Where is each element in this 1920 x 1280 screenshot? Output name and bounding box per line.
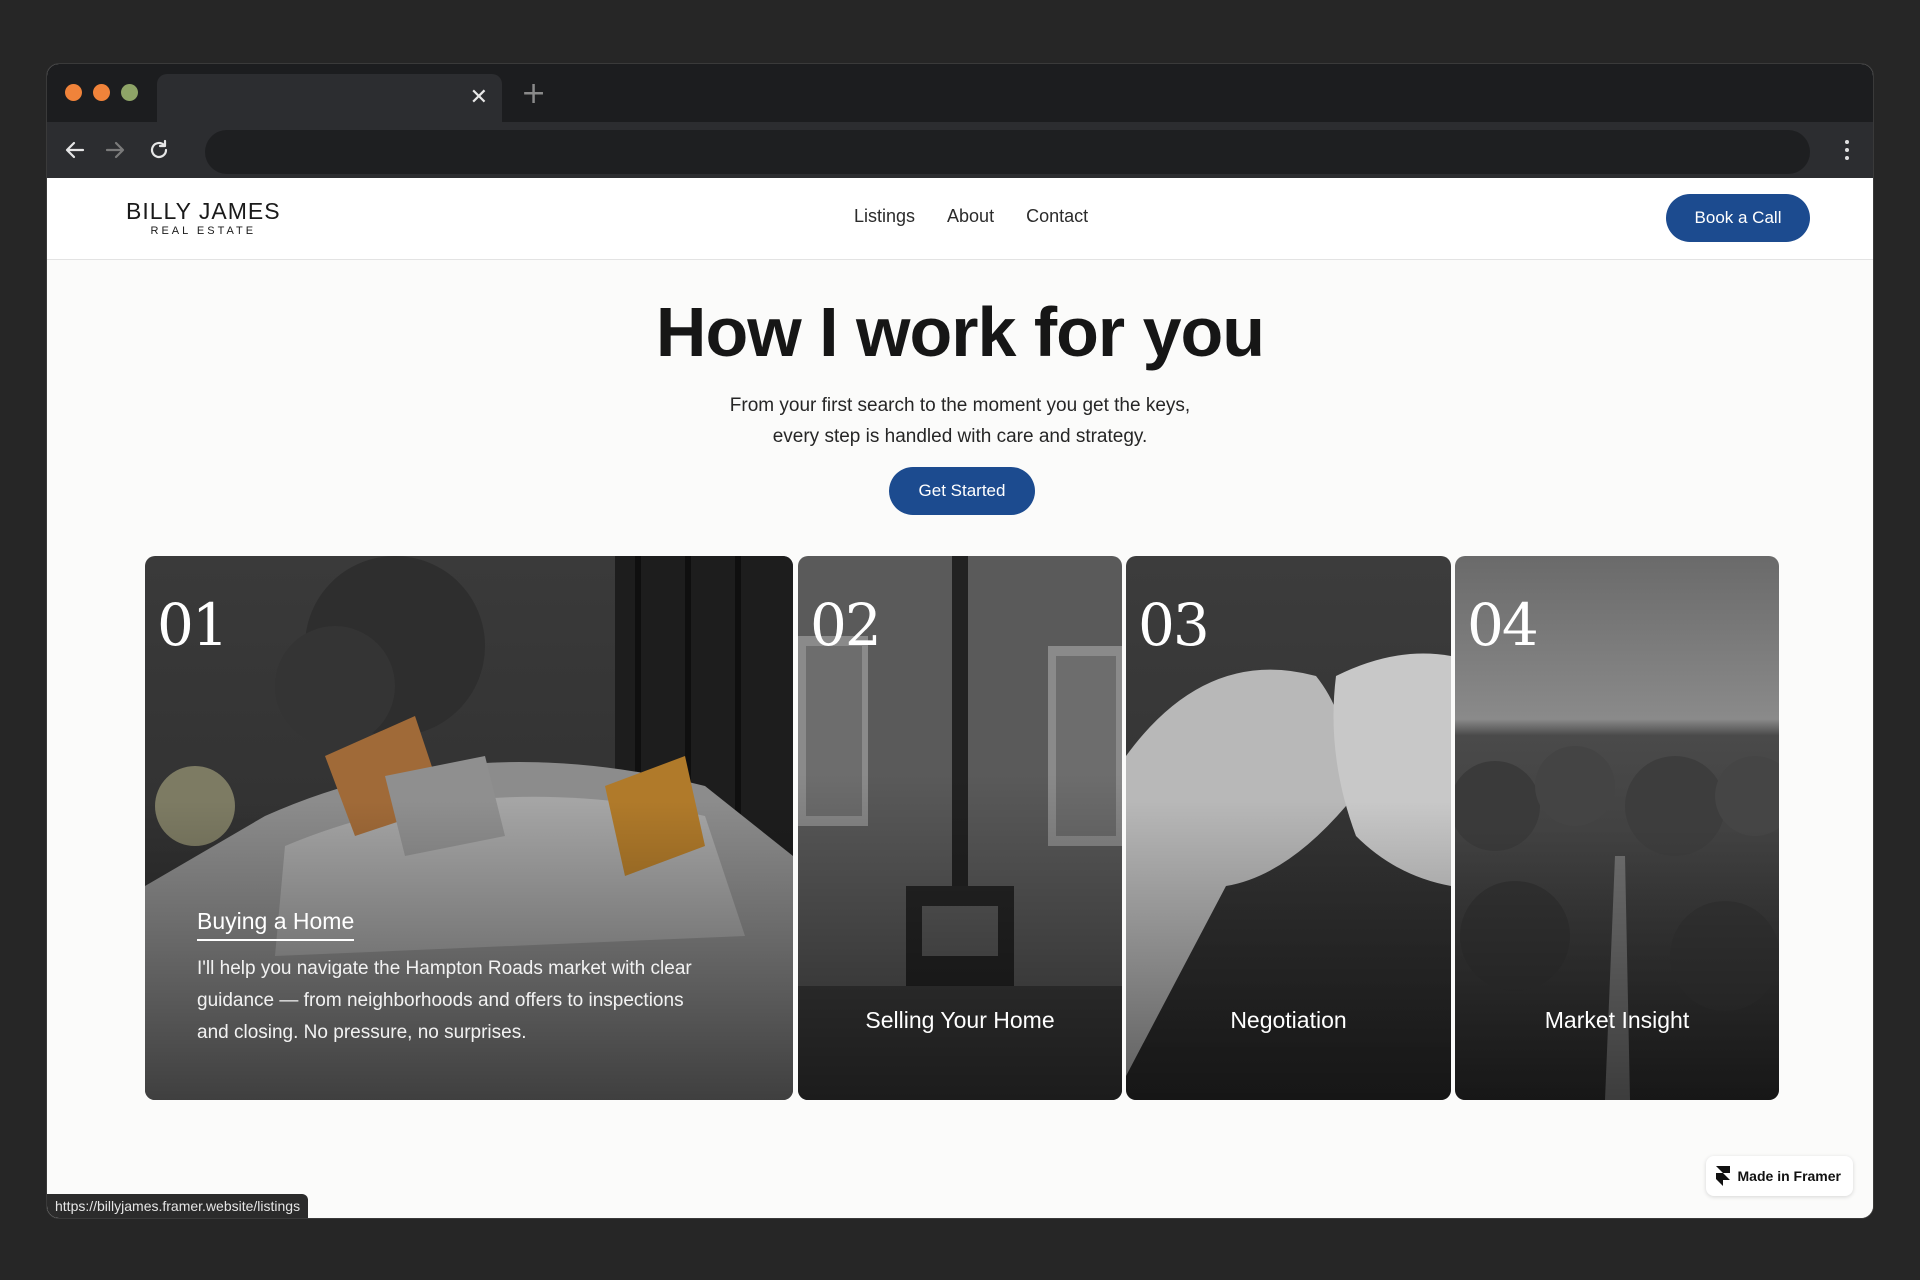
minimize-window-button[interactable] <box>93 84 110 101</box>
window-controls <box>65 84 138 101</box>
book-call-button[interactable]: Book a Call <box>1666 194 1810 242</box>
nav-link-listings[interactable]: Listings <box>854 206 915 227</box>
status-bar-url: https://billyjames.framer.website/listin… <box>47 1194 309 1218</box>
hero-subtitle: From your first search to the moment you… <box>47 390 1873 452</box>
address-bar[interactable] <box>205 130 1810 174</box>
made-in-framer-badge[interactable]: Made in Framer <box>1705 1156 1853 1196</box>
card-title: Selling Your Home <box>865 1007 1055 1033</box>
browser-toolbar <box>47 122 1873 178</box>
new-tab-button[interactable]: + <box>521 79 546 109</box>
main-nav: Listings About Contact <box>854 206 1088 227</box>
card-number: 02 <box>810 591 882 659</box>
logo-tagline: REAL ESTATE <box>150 225 257 237</box>
card-title: Buying a Home <box>197 908 355 941</box>
browser-window: ✕ + BILLY JAMES REAL ESTATE Listings Abo… <box>47 64 1873 1218</box>
browser-tab[interactable]: ✕ <box>157 74 502 122</box>
web-page: BILLY JAMES REAL ESTATE Listings About C… <box>47 178 1873 1218</box>
nav-link-about[interactable]: About <box>947 206 994 227</box>
nav-link-contact[interactable]: Contact <box>1026 206 1088 227</box>
reload-button[interactable] <box>141 132 177 168</box>
forward-arrow-icon <box>105 141 125 159</box>
get-started-button[interactable]: Get Started <box>889 467 1035 515</box>
framer-logo-icon <box>1715 1166 1730 1186</box>
site-header: BILLY JAMES REAL ESTATE Listings About C… <box>47 178 1873 260</box>
card-title: Negotiation <box>1230 1007 1347 1033</box>
card-description: I'll help you navigate the Hampton Roads… <box>197 958 692 1043</box>
card-number: 04 <box>1467 591 1539 659</box>
card-number: 01 <box>157 591 229 659</box>
card-title: Market Insight <box>1544 1007 1690 1033</box>
back-button[interactable] <box>57 132 93 168</box>
hero-subtitle-line-1: From your first search to the moment you… <box>729 395 1191 416</box>
page-title: How I work for you <box>655 293 1265 371</box>
maximize-window-button[interactable] <box>121 84 138 101</box>
framer-badge-label: Made in Framer <box>1737 1168 1841 1184</box>
service-card-market-insight[interactable]: 04 Market Insight <box>1455 556 1779 1100</box>
browser-menu-icon[interactable] <box>1841 134 1853 166</box>
site-logo[interactable]: BILLY JAMES REAL ESTATE <box>126 198 281 238</box>
back-arrow-icon <box>65 141 85 159</box>
service-card-selling[interactable]: 02 Selling Your Home <box>798 556 1122 1100</box>
service-card-negotiation[interactable]: 03 Negotiation <box>1126 556 1451 1100</box>
logo-name: BILLY JAMES <box>126 198 281 224</box>
service-card-buying[interactable]: 01 Buying a Home I'll help you navigate … <box>145 556 793 1100</box>
tab-bar: ✕ + <box>47 64 1873 122</box>
reload-icon <box>150 139 168 159</box>
card-number: 03 <box>1138 591 1210 659</box>
forward-button[interactable] <box>97 132 133 168</box>
close-window-button[interactable] <box>65 84 82 101</box>
service-cards: 01 Buying a Home I'll help you navigate … <box>145 556 1779 1100</box>
hero-subtitle-line-2: every step is handled with care and stra… <box>772 426 1148 447</box>
close-tab-icon[interactable]: ✕ <box>470 84 488 110</box>
